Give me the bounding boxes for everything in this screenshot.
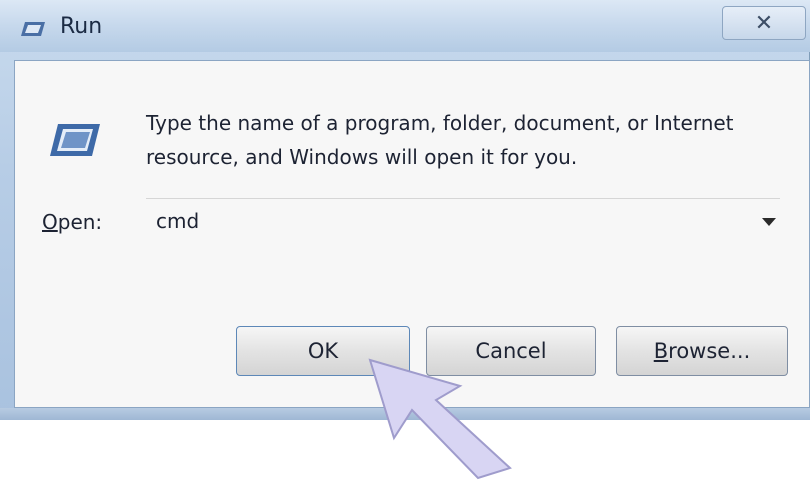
browse-label-text: rowse...: [668, 339, 751, 363]
browse-button[interactable]: Browse...: [616, 326, 788, 376]
open-combobox[interactable]: cmd: [146, 200, 786, 246]
close-icon: ✕: [754, 10, 774, 36]
run-icon: [21, 22, 45, 36]
open-label-text: pen:: [57, 210, 103, 234]
window-title: Run: [60, 14, 103, 39]
open-input[interactable]: cmd: [156, 209, 199, 233]
run-icon: [50, 124, 100, 156]
browse-accesskey: B: [653, 339, 669, 363]
separator: [146, 198, 780, 199]
title-bar[interactable]: Run ✕: [0, 0, 810, 52]
instruction-text: Type the name of a program, folder, docu…: [146, 111, 734, 169]
close-button[interactable]: ✕: [722, 6, 806, 40]
open-label: Open:: [42, 210, 102, 234]
chevron-down-icon[interactable]: [762, 218, 776, 226]
open-label-accesskey: O: [42, 210, 58, 234]
pointer-arrow-icon: [368, 358, 512, 480]
